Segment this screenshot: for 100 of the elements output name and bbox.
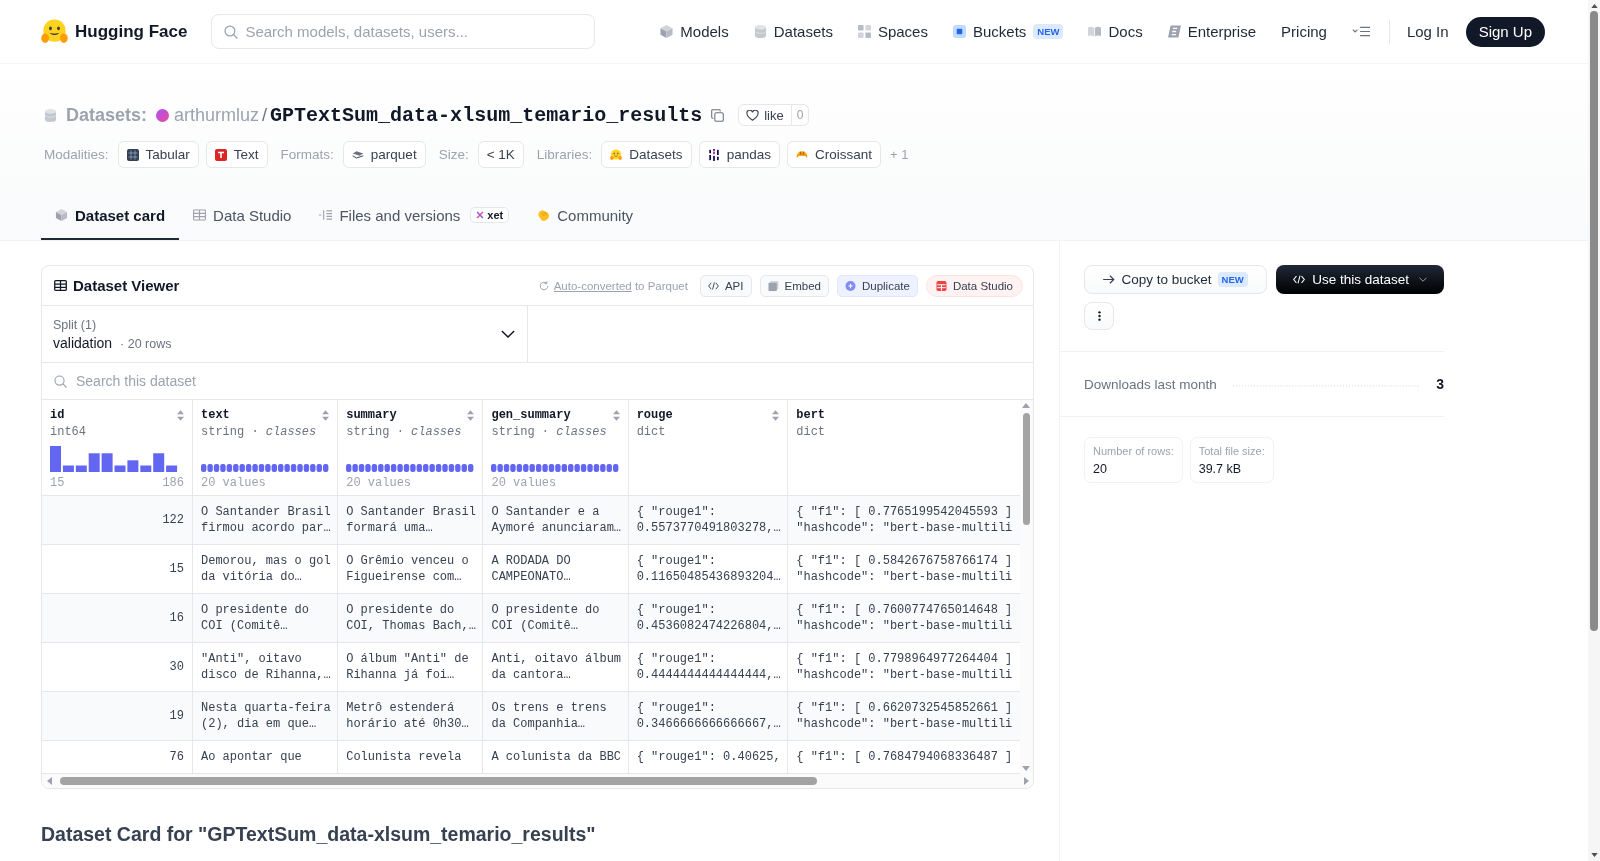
tag-group-label: Size: xyxy=(438,147,469,162)
table-icon xyxy=(935,280,947,291)
tab[interactable]: Files and versions xet xyxy=(305,192,524,240)
tag-group-label: Libraries: xyxy=(536,147,593,162)
api-button[interactable]: API xyxy=(699,274,752,297)
database-icon xyxy=(753,25,767,38)
home-link[interactable]: Hugging Face xyxy=(41,19,188,44)
new-badge: NEW xyxy=(1217,272,1248,287)
range-max-label: 186 xyxy=(162,475,184,491)
tab[interactable]: Data Studio xyxy=(179,192,306,240)
heart-icon xyxy=(746,109,760,121)
column-header[interactable]: id int64 15 186 xyxy=(42,400,193,496)
table-cell: Nesta quarta-feira (2), dia em que… xyxy=(193,692,339,741)
nav-link[interactable]: Pricing xyxy=(1281,23,1327,40)
cross-mark-icon xyxy=(476,211,485,219)
search-field[interactable]: Search models, datasets, users... xyxy=(211,14,596,49)
copy-to-bucket-button[interactable]: Copy to bucket NEW xyxy=(1084,265,1268,294)
table-cell: { "rouge1": 0.40625, xyxy=(628,741,789,774)
table-cell: { "rouge1": 0.5573770491803278,… xyxy=(628,496,789,545)
table-cell: { "f1": [ 0.7684794068336487 ] xyxy=(788,741,1020,774)
cube-icon xyxy=(55,209,68,221)
tag-chip[interactable]: Text xyxy=(205,141,268,168)
stat-label: Number of rows: xyxy=(1093,445,1174,457)
login-link[interactable]: Log In xyxy=(1406,23,1449,40)
nav-link[interactable]: Enterprise xyxy=(1167,23,1257,40)
scrollbar-thumb[interactable] xyxy=(1022,413,1030,525)
scroll-left-icon[interactable] xyxy=(47,776,52,785)
slanted-tile-icon xyxy=(1167,25,1181,38)
duplicate-button[interactable]: Duplicate xyxy=(836,274,918,297)
table-cell: { "f1": [ 0.6620732545852661 ] "hashcode": "bert-base-multili xyxy=(788,692,1020,741)
menu-icon[interactable] xyxy=(1351,26,1370,37)
column-type: int64 xyxy=(50,424,87,440)
scroll-up-icon[interactable] xyxy=(1590,4,1598,8)
stacked-squares-icon xyxy=(767,280,779,291)
viewer-title: Dataset Viewer xyxy=(73,277,180,294)
like-button[interactable]: like xyxy=(738,104,792,126)
table-cell: Os trens e trens da Companhia… xyxy=(483,692,629,741)
nav-link[interactable]: Spaces xyxy=(857,23,928,40)
tab[interactable]: Community xyxy=(523,192,648,240)
table-cell: Colunista revela xyxy=(338,741,484,774)
nav-link[interactable]: Docs xyxy=(1088,23,1143,40)
smiling-face-logo-icon xyxy=(41,19,68,44)
sort-icon[interactable] xyxy=(612,410,620,421)
nav-link[interactable]: Models xyxy=(660,23,729,40)
column-type: string · classes xyxy=(491,424,608,440)
dataset-name-link[interactable]: GPTextSum_data-xlsum_temario_results xyxy=(270,103,703,127)
repo-type-label: Datasets: xyxy=(66,104,148,126)
layers-icon xyxy=(351,148,364,161)
downloads-label: Downloads last month xyxy=(1084,376,1217,392)
scrollbar-thumb[interactable] xyxy=(60,776,817,785)
tab[interactable]: Dataset card xyxy=(41,192,180,240)
nav-link[interactable]: Buckets NEW xyxy=(952,23,1064,40)
table-cell: { "f1": [ 0.7765199542045593 ] "hashcode": "bert-base-multili xyxy=(788,496,1020,545)
plus-circle-icon xyxy=(844,280,856,291)
scroll-right-icon[interactable] xyxy=(1024,776,1029,785)
square-icon xyxy=(952,25,966,38)
tag-chip[interactable]: parquet xyxy=(342,141,426,168)
use-dataset-button[interactable]: Use this dataset xyxy=(1276,265,1444,294)
tag-chip[interactable]: pandas xyxy=(698,141,780,168)
like-count: 0 xyxy=(791,104,810,126)
book-icon xyxy=(1088,25,1102,38)
table-cell: Metrô estenderá horário até 0h30… xyxy=(338,692,484,741)
more-options-button[interactable] xyxy=(1084,302,1114,330)
arrow-right-icon xyxy=(1103,275,1116,284)
table-cell: 76 xyxy=(42,741,193,774)
code-icon xyxy=(1293,275,1306,284)
column-name: id xyxy=(50,407,65,424)
vertical-scrollbar[interactable] xyxy=(1019,400,1033,774)
column-name: gen_summary xyxy=(491,407,571,424)
table-cell: O presidente do COI (Comitê… xyxy=(193,594,339,643)
tag-chip[interactable]: < 1K xyxy=(477,141,524,168)
stat-label: Total file size: xyxy=(1198,445,1265,457)
path-separator: / xyxy=(262,104,268,126)
column-name: bert xyxy=(796,407,826,424)
conversion-note: Auto-converted to Parquet xyxy=(553,279,688,292)
downloads-count: 3 xyxy=(1436,376,1444,392)
scrollbar-thumb[interactable] xyxy=(1590,11,1598,631)
nav-link[interactable]: Datasets xyxy=(753,23,833,40)
sort-icon[interactable] xyxy=(467,410,475,421)
bars-icon xyxy=(707,148,720,161)
tag-chip[interactable]: Tabular xyxy=(117,141,199,168)
data-studio-button[interactable]: Data Studio xyxy=(925,274,1023,297)
sort-icon[interactable] xyxy=(177,410,184,421)
avatar xyxy=(156,108,170,122)
hand-icon xyxy=(537,209,551,221)
tag-chip[interactable]: Croissant xyxy=(786,141,881,168)
table-cell: O Santander Brasil firmou acordo par… xyxy=(193,496,339,545)
sort-icon[interactable] xyxy=(322,410,330,421)
scroll-down-icon[interactable] xyxy=(1590,853,1598,857)
tag-chip[interactable]: Datasets xyxy=(601,141,692,168)
search-icon xyxy=(224,24,239,39)
sort-icon[interactable] xyxy=(772,410,780,421)
page-scrollbar[interactable] xyxy=(1588,0,1600,861)
value-count-label: 20 values xyxy=(201,475,267,491)
copy-icon[interactable] xyxy=(711,108,725,122)
signup-button[interactable]: Sign Up xyxy=(1465,16,1545,47)
embed-button[interactable]: Embed xyxy=(759,274,829,297)
text-tile-icon xyxy=(214,148,227,161)
column-type: string · classes xyxy=(201,424,318,440)
vertical-dots-icon xyxy=(1097,311,1101,321)
